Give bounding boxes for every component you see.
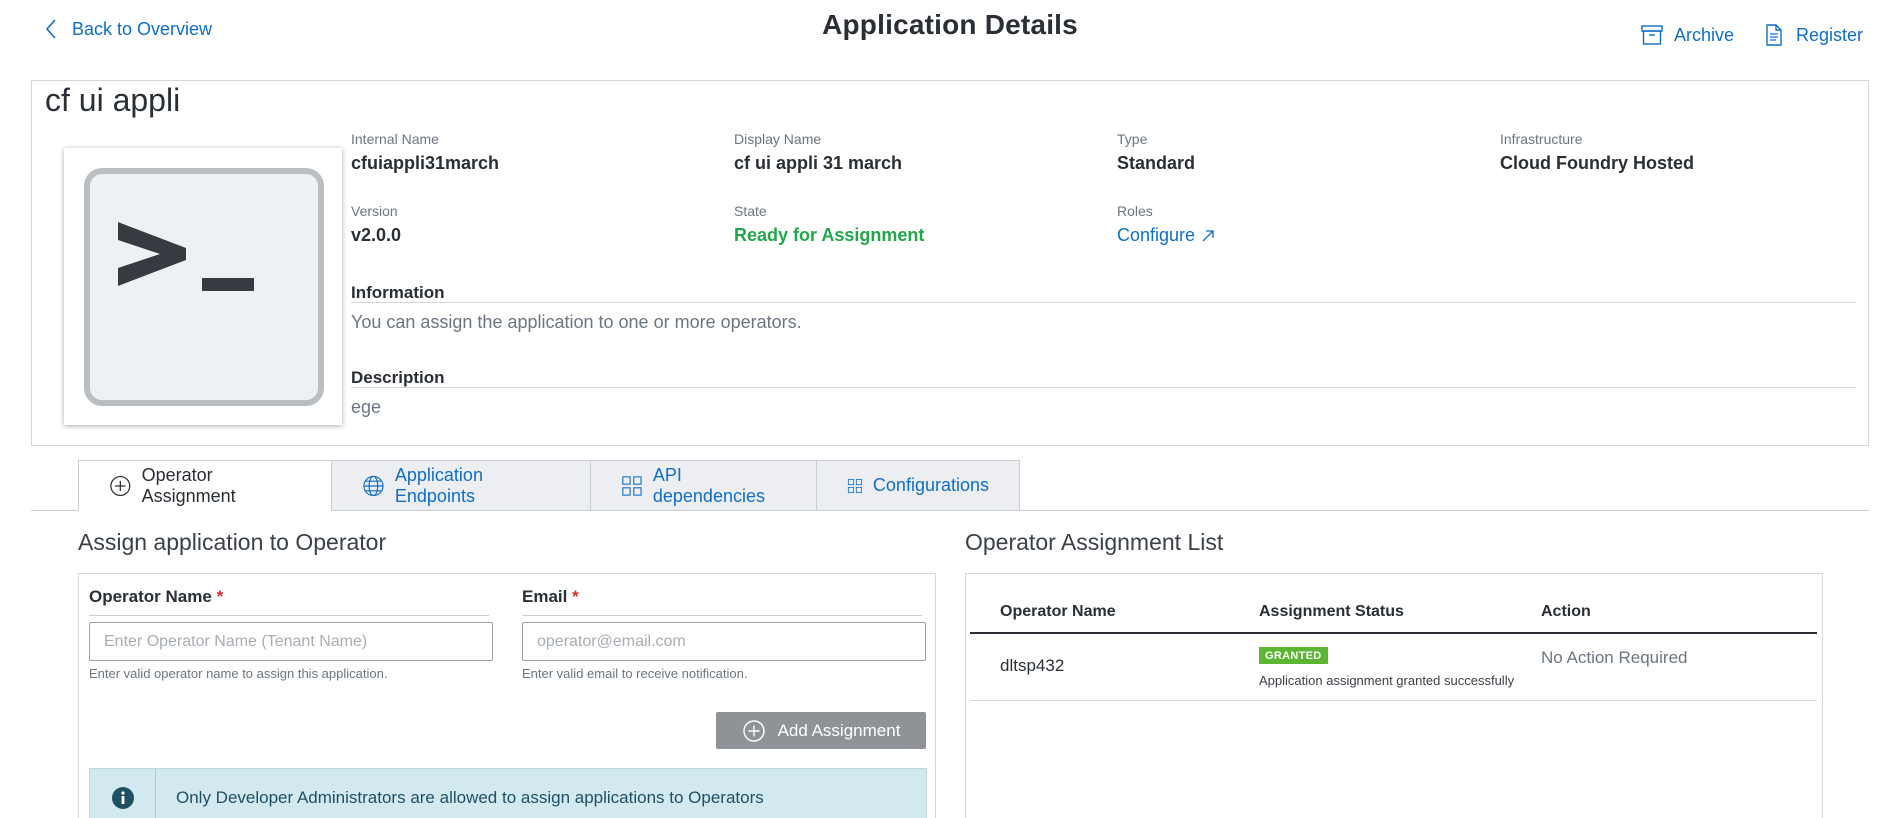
email-label: Email * xyxy=(522,587,579,607)
display-name-value: cf ui appli 31 march xyxy=(734,153,903,173)
column-header-assignment-status: Assignment Status xyxy=(1259,603,1404,620)
roles-field: Roles Configure xyxy=(1117,203,1215,246)
version-label: Version xyxy=(351,203,398,219)
display-name-label: Display Name xyxy=(734,131,822,147)
email-divider xyxy=(522,615,922,616)
grid-icon xyxy=(622,475,642,496)
info-message: Only Developer Administrators are allowe… xyxy=(176,788,764,807)
tab-api-dependencies-label: API dependencies xyxy=(652,464,765,506)
state-label: State xyxy=(734,203,767,219)
type-label: Type xyxy=(1117,131,1148,147)
application-icon-frame xyxy=(64,148,342,425)
state-field: State Ready for Assignment xyxy=(734,203,924,246)
information-divider xyxy=(351,302,1856,303)
tab-application-endpoints[interactable]: Application Endpoints xyxy=(331,460,591,511)
roles-label: Roles xyxy=(1117,203,1153,219)
infrastructure-label: Infrastructure xyxy=(1500,131,1583,147)
operator-name-hint: Enter valid operator name to assign this… xyxy=(89,666,388,681)
tab-operator-assignment[interactable]: Operator Assignment xyxy=(78,460,332,511)
assignment-list-title: Operator Assignment List xyxy=(965,529,1224,555)
info-icon xyxy=(111,787,134,809)
register-button[interactable]: Register xyxy=(1762,23,1863,47)
information-text: You can assign the application to one or… xyxy=(351,312,802,332)
description-divider xyxy=(351,387,1856,388)
tab-configurations[interactable]: Configurations xyxy=(816,460,1020,511)
archive-label: Archive xyxy=(1674,24,1735,45)
tab-api-dependencies[interactable]: API dependencies xyxy=(590,460,817,511)
assign-form-title: Assign application to Operator xyxy=(78,529,387,555)
table-row-divider xyxy=(970,700,1817,701)
column-header-operator-name: Operator Name xyxy=(1000,603,1116,620)
infrastructure-field: Infrastructure Cloud Foundry Hosted xyxy=(1500,131,1694,174)
email-input[interactable] xyxy=(522,622,926,661)
required-marker: * xyxy=(216,587,224,606)
info-icon-cell xyxy=(90,769,156,818)
internal-name-field: Internal Name cfuiappli31march xyxy=(351,131,499,174)
add-assignment-button[interactable]: Add Assignment xyxy=(716,712,926,749)
grid-icon xyxy=(847,478,862,493)
version-value: v2.0.0 xyxy=(351,225,402,245)
status-badge: GRANTED xyxy=(1259,647,1328,664)
register-label: Register xyxy=(1796,24,1864,45)
description-text: ege xyxy=(351,397,382,417)
page-title: Application Details xyxy=(822,9,1078,40)
operator-name-divider xyxy=(89,615,489,616)
configure-roles-label: Configure xyxy=(1117,225,1196,245)
information-heading: Information xyxy=(351,283,445,302)
description-heading: Description xyxy=(351,368,445,387)
status-message: Application assignment granted successfu… xyxy=(1259,673,1515,688)
terminal-icon xyxy=(84,168,324,406)
add-assignment-label: Add Assignment xyxy=(777,720,901,740)
tab-operator-assignment-label: Operator Assignment xyxy=(141,464,236,506)
required-marker: * xyxy=(572,587,579,606)
external-link-icon xyxy=(1202,229,1214,241)
operator-name-label-text: Operator Name xyxy=(89,587,212,606)
tab-configurations-label: Configurations xyxy=(872,475,989,495)
archive-button[interactable]: Archive xyxy=(1640,23,1734,47)
plus-circle-icon xyxy=(742,719,765,742)
archive-icon xyxy=(1641,25,1663,45)
type-field: Type Standard xyxy=(1117,131,1195,174)
assignment-status-cell: GRANTED xyxy=(1259,646,1328,664)
email-label-text: Email xyxy=(522,587,568,606)
operator-name-cell: dltsp432 xyxy=(1000,656,1065,675)
internal-name-value: cfuiappli31march xyxy=(351,153,500,173)
info-banner: Only Developer Administrators are allowe… xyxy=(89,768,927,818)
plus-circle-icon xyxy=(110,475,131,496)
infrastructure-value: Cloud Foundry Hosted xyxy=(1500,153,1694,173)
email-hint: Enter valid email to receive notificatio… xyxy=(522,666,748,681)
operator-name-label: Operator Name * xyxy=(89,587,223,607)
application-name: cf ui appli xyxy=(45,82,181,118)
table-header-divider xyxy=(970,632,1817,634)
globe-icon xyxy=(363,475,384,496)
internal-name-label: Internal Name xyxy=(351,131,439,147)
operator-name-input[interactable] xyxy=(89,622,493,661)
tab-application-endpoints-label: Application Endpoints xyxy=(394,464,483,506)
state-value: Ready for Assignment xyxy=(734,225,925,245)
document-icon xyxy=(1766,24,1782,46)
display-name-field: Display Name cf ui appli 31 march xyxy=(734,131,902,174)
column-header-action: Action xyxy=(1541,603,1591,620)
version-field: Version v2.0.0 xyxy=(351,203,401,246)
action-cell: No Action Required xyxy=(1541,648,1688,667)
configure-roles-link[interactable]: Configure xyxy=(1117,225,1215,246)
type-value: Standard xyxy=(1117,153,1196,173)
